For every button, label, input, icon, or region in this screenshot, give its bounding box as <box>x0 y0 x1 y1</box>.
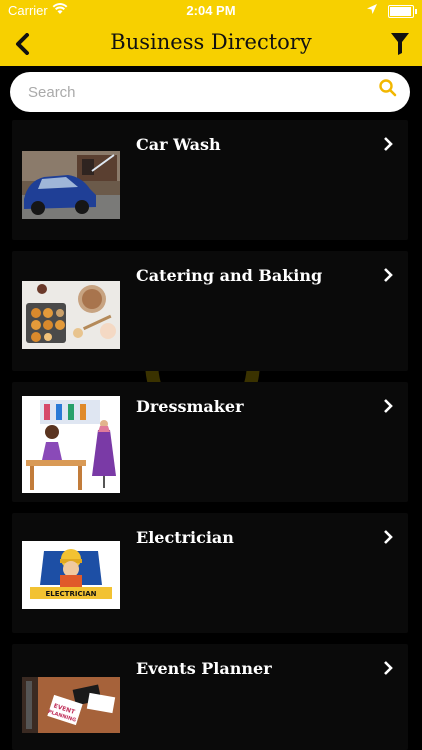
list-item-car-wash[interactable]: Car Wash <box>12 120 408 240</box>
chevron-right-icon <box>384 137 393 151</box>
dressmaker-thumbnail <box>22 396 120 493</box>
list-item-label: Events Planner <box>136 659 272 678</box>
events-planner-thumbnail: EVENT PLANNING <box>22 677 120 733</box>
filter-button[interactable] <box>384 27 416 61</box>
status-bar: Carrier 2:04 PM <box>0 0 422 22</box>
svg-text:ELECTRICIAN: ELECTRICIAN <box>46 590 97 598</box>
list-item-label: Dressmaker <box>136 397 244 416</box>
baking-thumbnail <box>22 281 120 349</box>
status-time: 2:04 PM <box>186 3 236 18</box>
list-item-electrician[interactable]: ELECTRICIAN Electrician <box>12 513 408 633</box>
list-item-label: Electrician <box>136 528 234 547</box>
page-title: Business Directory <box>110 30 312 54</box>
list-item-events-planner[interactable]: EVENT PLANNING Events Planner <box>12 644 408 750</box>
list-item-label: Catering and Baking <box>136 266 323 285</box>
chevron-right-icon <box>384 661 393 675</box>
nav-bar: Business Directory <box>0 22 422 66</box>
electrician-thumbnail: ELECTRICIAN <box>22 541 120 609</box>
chevron-right-icon <box>384 530 393 544</box>
filter-icon <box>391 33 409 55</box>
location-arrow-icon <box>367 4 377 14</box>
list-item-catering-and-baking[interactable]: Catering and Baking <box>12 251 408 371</box>
chevron-right-icon <box>384 268 393 282</box>
search-input[interactable] <box>26 82 366 102</box>
car-wash-thumbnail <box>22 151 120 219</box>
search-bar <box>10 72 410 112</box>
chevron-right-icon <box>384 399 393 413</box>
battery-icon <box>388 5 417 18</box>
search-icon[interactable] <box>378 78 398 98</box>
list-item-dressmaker[interactable]: Dressmaker <box>12 382 408 502</box>
list-item-label: Car Wash <box>136 135 221 154</box>
